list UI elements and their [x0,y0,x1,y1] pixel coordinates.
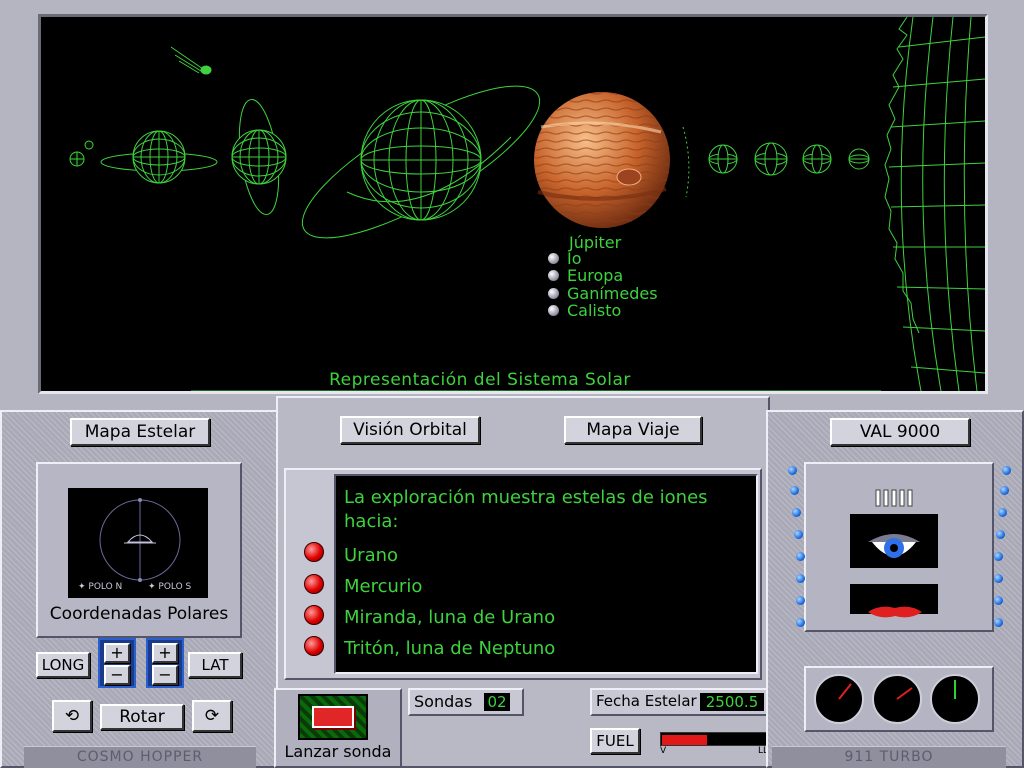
destination-item: Miranda, luna de Urano [344,607,556,628]
jupiter-planet[interactable] [534,92,670,228]
destination-item: Mercurio [344,576,423,597]
star-map-button[interactable]: Mapa Estelar [70,418,210,446]
probes-label: Sondas [414,692,473,711]
destination-item: Urano [344,545,399,566]
neptune-planet-wireframe[interactable] [754,142,788,176]
destination-list: Urano Mercurio Miranda, luna de Urano Tr… [344,540,555,664]
polar-axis-label-n: ✦ POLO N [78,582,123,592]
message-screen: La exploración muestra estelas de iones … [334,474,758,674]
latitude-stepper[interactable]: + − [146,638,184,688]
solar-system-graphic [69,17,985,391]
comet-icon[interactable] [170,46,212,75]
gauge-dial-3 [930,674,980,724]
orbital-view-button[interactable]: Visión Orbital [340,416,480,444]
computer-face-panel [804,462,994,632]
polar-axis-label-s: ✦ POLO S [148,582,192,592]
travel-map-button[interactable]: Mapa Viaje [564,416,702,444]
latitude-increase-button[interactable]: + [152,643,178,663]
computer-panel: VAL 9000 911 TURBO [766,410,1024,768]
launch-probe-label: Lanzar sonda [284,742,392,761]
sun-wireframe-edge[interactable] [884,17,985,391]
center-control-panel: Visión Orbital Mapa Viaje La exploración… [274,396,772,768]
select-mercurio-button[interactable] [304,574,324,594]
gauge-dial-1 [814,674,864,724]
saturn-planet-wireframe[interactable] [284,60,558,264]
moon-bullet-icon [548,287,559,299]
rotate-right-button[interactable]: ⟳ [192,700,232,732]
select-triton-button[interactable] [304,636,324,656]
longitude-decrease-button[interactable]: − [104,665,130,685]
fuel-label: FUEL [590,728,640,754]
moon-item-europa[interactable]: Europa [548,267,658,285]
rotate-left-button[interactable]: ⟲ [52,700,92,732]
mars-planet-wireframe[interactable] [231,97,287,217]
val-9000-button[interactable]: VAL 9000 [830,418,970,446]
stardate-display: Fecha Estelar 2500.5 [590,688,772,716]
model-name-plate: 911 TURBO [772,746,1006,768]
computer-mouth-icon [868,606,922,618]
latitude-label: LAT [188,652,242,678]
polar-coordinates-title: Coordenadas Polares [49,604,229,624]
moon-item-calisto[interactable]: Calisto [548,302,658,320]
viewport-caption: Representación del Sistema Solar [329,370,631,390]
moon-list: Io Europa Ganímedes Calisto [548,232,658,320]
probes-counter: Sondas 02 [408,688,524,716]
moon-item-io[interactable]: Io [548,249,658,268]
longitude-label: LONG [36,652,90,678]
right-indicator-lights [994,462,1011,632]
moon-bullet-icon [548,305,559,317]
longitude-stepper[interactable]: + − [98,638,136,688]
rotate-label: Rotar [100,704,184,730]
uranus-planet-wireframe[interactable] [708,144,738,174]
latitude-decrease-button[interactable]: − [152,665,178,685]
outer-planets [708,142,870,176]
left-navigation-panel: Mapa Estelar ✦ POLO N ✦ POLO S Coordenad… [0,410,280,768]
pluto-planet-wireframe[interactable] [802,144,832,174]
fuel-min-label: V [660,746,667,756]
launch-probe-button[interactable] [298,694,368,740]
venus-planet[interactable] [84,140,94,150]
launch-probe-icon [312,706,354,728]
moon-item-ganimedes[interactable]: Ganímedes [548,284,658,303]
fuel-gauge: V LL [658,732,774,762]
rotate-ccw-icon: ⟲ [64,706,80,726]
stardate-value: 2500.5 [700,693,764,711]
solar-system-view[interactable]: Júpiter [38,14,988,394]
select-miranda-button[interactable] [304,605,324,625]
radar-screen[interactable]: ✦ POLO N ✦ POLO S [68,488,208,598]
small-planet-wireframe[interactable] [848,148,870,170]
earth-planet-wireframe[interactable] [100,130,218,184]
fuel-gauge-fill [662,735,707,745]
rotate-cw-icon: ⟳ [204,706,220,726]
solar-system-viewport-frame: Júpiter Io Europa Ganímedes Calisto Repr… [0,0,1024,410]
gauge-dial-2 [872,674,922,724]
radar-frame: ✦ POLO N ✦ POLO S Coordenadas Polares [36,462,242,638]
fuel-gauge-track [660,732,772,746]
launch-probe-panel: Lanzar sonda [274,688,402,768]
gauge-cluster [804,666,994,732]
computer-eye-icon[interactable] [866,530,922,558]
left-indicator-lights [788,462,805,632]
message-console: La exploración muestra estelas de iones … [284,468,762,680]
message-header: La exploración muestra estelas de iones … [344,487,708,532]
ship-name-plate: COSMO HOPPER [24,746,256,768]
stardate-label: Fecha Estelar [596,692,697,710]
moon-bullet-icon [548,270,559,282]
destination-item: Tritón, luna de Neptuno [344,638,556,659]
moon-bullet-icon [548,252,559,264]
mercury-planet[interactable] [69,151,85,167]
uranus-ring-marks [682,126,690,198]
select-urano-button[interactable] [304,542,324,562]
probes-value: 02 [484,693,510,711]
longitude-increase-button[interactable]: + [104,643,130,663]
